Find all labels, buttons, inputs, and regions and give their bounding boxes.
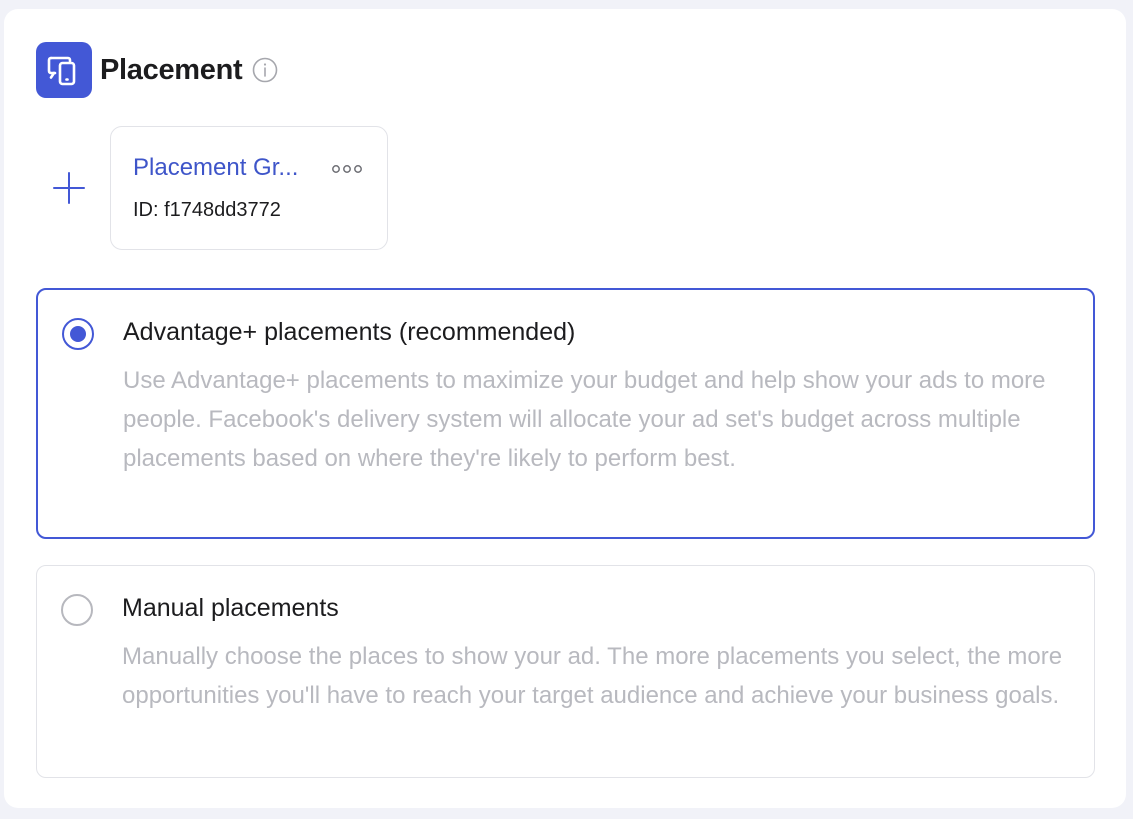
option-advantage-placements[interactable]: Advantage+ placements (recommended) Use … [36,288,1095,539]
plus-icon [53,172,85,204]
placement-group-name[interactable]: Placement Gr... [133,154,298,182]
option-description: Manually choose the places to show your … [122,643,1063,709]
placement-group-id: ID: f1748dd3772 [133,199,281,221]
add-placement-group-button[interactable] [49,168,89,208]
devices-icon [36,42,92,98]
option-description: Use Advantage+ placements to maximize yo… [123,367,1046,472]
placement-card: Placement Placement Gr... ID: f1748dd377… [4,9,1126,808]
more-icon[interactable] [329,157,365,181]
section-header: Placement [36,42,278,98]
option-manual-placements[interactable]: Manual placements Manually choose the pl… [36,565,1095,778]
placement-group-card[interactable]: Placement Gr... ID: f1748dd3772 [110,126,388,250]
option-title: Advantage+ placements (recommended) [123,318,576,346]
option-title: Manual placements [122,594,339,622]
radio-advantage-placements[interactable] [62,318,94,350]
radio-manual-placements[interactable] [61,594,93,626]
info-icon[interactable] [252,57,278,83]
section-title: Placement [100,53,243,86]
